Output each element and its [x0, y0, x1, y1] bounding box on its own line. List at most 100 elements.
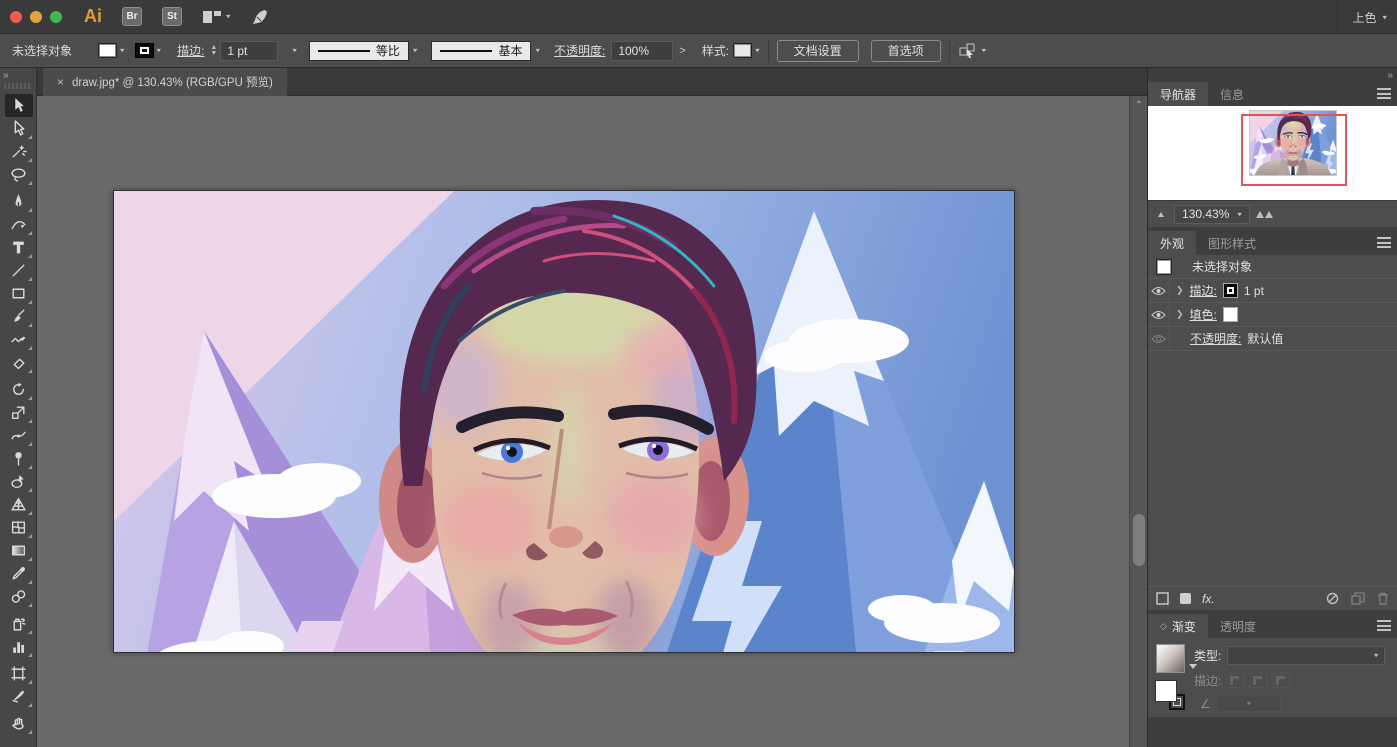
navigator-zoom-field[interactable]: 130.43% ▾ — [1174, 205, 1250, 224]
stroke-weight-label[interactable]: 描边: — [177, 42, 204, 59]
opacity-label[interactable]: 不透明度: — [554, 42, 605, 59]
tool-scale[interactable] — [5, 401, 33, 424]
tool-paintbrush[interactable] — [5, 305, 33, 328]
tool-eyedropper[interactable] — [5, 562, 33, 585]
tool-shape-builder[interactable] — [5, 470, 33, 493]
navigator-preview[interactable] — [1148, 106, 1397, 200]
tool-mesh[interactable] — [5, 516, 33, 539]
panel-menu-icon[interactable] — [1377, 88, 1391, 99]
tool-symbol-sprayer[interactable] — [5, 612, 33, 635]
fill-color-swatch[interactable] — [1223, 307, 1238, 322]
tool-selection[interactable] — [5, 94, 33, 117]
document-setup-button[interactable]: 文档设置 — [777, 40, 859, 62]
add-effect-button[interactable]: fx. — [1202, 592, 1215, 606]
tool-perspective-grid[interactable] — [5, 493, 33, 516]
clear-appearance-icon[interactable] — [1326, 592, 1339, 605]
style-control[interactable]: ▾ — [733, 43, 760, 58]
duplicate-item-icon[interactable] — [1351, 592, 1365, 605]
gradient-preview-swatch[interactable] — [1156, 644, 1185, 673]
visibility-toggle[interactable] — [1148, 327, 1170, 350]
opacity-more-button[interactable]: > — [673, 45, 691, 57]
artboard[interactable] — [113, 190, 1015, 653]
navigator-view-box[interactable] — [1241, 114, 1347, 186]
tab-info[interactable]: 信息 — [1208, 82, 1256, 106]
gradient-type-dropdown[interactable]: ▾ — [1227, 646, 1385, 665]
tool-hand[interactable] — [5, 712, 33, 735]
chevron-down-icon[interactable]: ▾ — [292, 46, 297, 55]
select-similar-button[interactable]: ▾ — [958, 43, 987, 59]
tool-type[interactable] — [5, 236, 33, 259]
appearance-opacity-row[interactable]: 不透明度: 默认值 — [1148, 327, 1397, 351]
brush-definition-dropdown[interactable]: 基本 — [431, 41, 531, 61]
appearance-selection-row[interactable]: 未选择对象 — [1148, 255, 1397, 279]
tool-shaper[interactable] — [5, 328, 33, 351]
chevron-right-icon[interactable]: ❯ — [1176, 309, 1184, 320]
tool-direct-selection[interactable] — [5, 117, 33, 140]
panel-collapse-icon[interactable]: ◇ — [1160, 621, 1167, 632]
chevron-down-icon[interactable]: ▾ — [413, 46, 418, 55]
chevron-down-icon[interactable]: ▾ — [535, 46, 540, 55]
zoom-out-mountain-icon[interactable] — [1158, 212, 1164, 217]
add-stroke-icon[interactable] — [1156, 592, 1169, 605]
trash-icon[interactable] — [1377, 592, 1389, 605]
stroke-weight-field[interactable]: 1 pt — [220, 41, 278, 61]
collapse-dock-icon[interactable]: » — [1387, 70, 1393, 81]
tab-appearance[interactable]: 外观 — [1148, 231, 1196, 255]
gradient-angle-dropdown[interactable]: ▾ — [1217, 695, 1281, 712]
tool-width[interactable] — [5, 424, 33, 447]
gradient-stroke-within-icon[interactable] — [1227, 673, 1244, 688]
tab-navigator[interactable]: 导航器 — [1148, 82, 1208, 106]
scrollbar-thumb[interactable] — [1133, 514, 1145, 566]
gradient-stroke-across-icon[interactable] — [1273, 673, 1290, 688]
stroke-swatch[interactable] — [135, 43, 154, 58]
close-tab-icon[interactable]: × — [57, 75, 64, 89]
preferences-button[interactable]: 首选项 — [871, 40, 941, 62]
visibility-toggle[interactable] — [1148, 303, 1170, 326]
tab-graphic-styles[interactable]: 图形样式 — [1196, 231, 1268, 255]
opacity-row-label[interactable]: 不透明度: — [1190, 330, 1241, 347]
gpu-performance-button[interactable] — [251, 8, 269, 26]
canvas-scrollbar[interactable]: ⌃ — [1129, 96, 1147, 747]
tool-column-graph[interactable] — [5, 635, 33, 658]
tool-magic-wand[interactable] — [5, 140, 33, 163]
tab-transparency[interactable]: 透明度 — [1208, 614, 1268, 638]
expand-dock-icon[interactable]: » — [3, 70, 8, 81]
width-profile-dropdown[interactable]: 等比 — [309, 41, 409, 61]
tool-line-segment[interactable] — [5, 259, 33, 282]
tool-curvature[interactable] — [5, 213, 33, 236]
canvas[interactable] — [37, 96, 1129, 747]
tool-blend[interactable] — [5, 585, 33, 608]
tool-rectangle[interactable] — [5, 282, 33, 305]
stroke-row-label[interactable]: 描边: — [1190, 282, 1217, 299]
fill-swatch[interactable] — [98, 43, 117, 58]
fill-row-label[interactable]: 填色: — [1190, 306, 1217, 323]
opacity-field[interactable]: 100% — [611, 41, 673, 61]
appearance-fill-row[interactable]: ❯ 填色: — [1148, 303, 1397, 327]
tool-gradient[interactable] — [5, 539, 33, 562]
zoom-window-button[interactable] — [50, 11, 62, 23]
chevron-right-icon[interactable]: ❯ — [1176, 285, 1184, 296]
stock-button[interactable]: St — [162, 7, 182, 26]
style-swatch[interactable] — [733, 43, 752, 58]
panel-menu-icon[interactable] — [1377, 237, 1391, 248]
document-tab[interactable]: × draw.jpg* @ 130.43% (RGB/GPU 预览) — [43, 68, 287, 96]
toolbar-grip[interactable] — [4, 83, 30, 89]
stroke-weight-stepper[interactable]: ▲▼ — [210, 45, 217, 57]
tool-puppet-warp[interactable] — [5, 447, 33, 470]
panel-menu-icon[interactable] — [1377, 620, 1391, 631]
tool-slice[interactable] — [5, 685, 33, 708]
tool-lasso[interactable] — [5, 163, 33, 186]
stroke-color-control[interactable]: ▾ — [135, 43, 162, 58]
scroll-up-icon[interactable]: ⌃ — [1130, 100, 1147, 111]
tool-eraser[interactable] — [5, 351, 33, 374]
tab-gradient[interactable]: ◇ 渐变 — [1148, 614, 1208, 638]
tool-pen[interactable] — [5, 190, 33, 213]
gradient-stroke-along-icon[interactable] — [1250, 673, 1267, 688]
stroke-color-swatch[interactable] — [1223, 283, 1238, 298]
workspace-switcher[interactable]: 上色 ▾ — [1337, 0, 1387, 34]
close-window-button[interactable] — [10, 11, 22, 23]
appearance-stroke-row[interactable]: ❯ 描边: 1 pt — [1148, 279, 1397, 303]
arrange-documents-button[interactable]: ▾ — [202, 10, 231, 24]
tool-artboard[interactable] — [5, 662, 33, 685]
fill-color-control[interactable]: ▾ — [98, 43, 125, 58]
